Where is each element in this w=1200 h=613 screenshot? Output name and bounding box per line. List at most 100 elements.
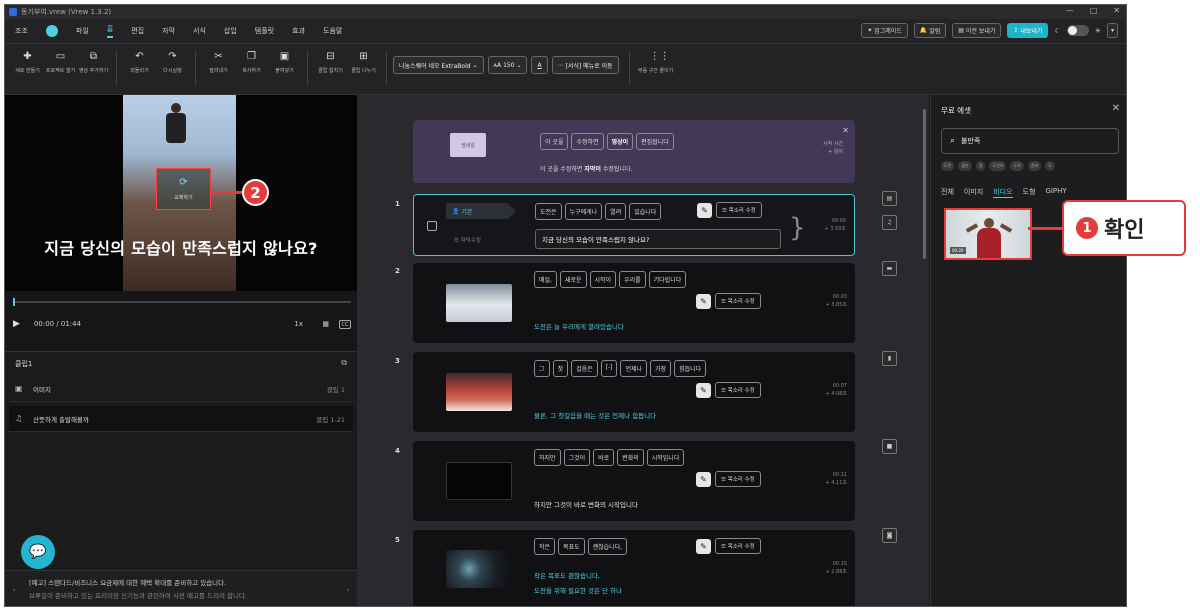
maximize-button[interactable]: □ — [1090, 6, 1098, 15]
scene-caption[interactable]: 도전은 늘 우리에게 열려있습니다 — [534, 321, 624, 331]
chevron-left-icon[interactable]: ‹ — [13, 584, 16, 597]
merge-clip-button[interactable]: ⊟ 클립 합치기 — [314, 52, 347, 75]
chevron-right-icon[interactable]: › — [346, 584, 349, 597]
word-chip[interactable]: 새로운 — [559, 271, 587, 288]
replace-media-button[interactable]: ⟳ 교체하기 — [156, 168, 211, 210]
grid-icon[interactable]: ▦ — [322, 320, 329, 328]
menu-effect[interactable]: 효과 — [292, 26, 305, 36]
word-chip[interactable]: 첫 — [552, 360, 569, 377]
scrollbar[interactable] — [923, 109, 926, 259]
notice-pagination[interactable]: • • • • • — [165, 603, 199, 606]
tab-all[interactable]: 전체 — [941, 187, 954, 198]
minimize-button[interactable]: — — [1066, 6, 1074, 15]
video-player[interactable]: ⟳ 교체하기 2 지금 당신의 모습이 만족스럽지 않나요? — [5, 95, 357, 291]
notice-banner[interactable]: ‹ [예고] 스탠다드/비즈니스 요금제에 대한 혜택 확대를 준비하고 있습니… — [5, 570, 357, 606]
word-chip[interactable]: 있습니다 — [629, 203, 662, 220]
asset-search-input[interactable]: ⌕ 불만족 — [941, 128, 1119, 154]
play-icon[interactable]: ▶ — [13, 319, 20, 329]
word-chip[interactable]: 걸음은 — [571, 360, 598, 377]
close-icon[interactable]: ✕ — [1112, 103, 1120, 114]
word-chip[interactable]: [-] — [600, 360, 618, 377]
font-size-select[interactable]: ᴀA 150 ⌄ — [487, 56, 528, 74]
word-chip[interactable]: 그 — [534, 360, 550, 377]
close-button[interactable]: ✕ — [1113, 6, 1120, 15]
clip-video-icon[interactable]: ▬ — [882, 261, 897, 276]
voice-edit-button[interactable]: ☰ 목소리 수정 — [715, 538, 761, 554]
scene-caption-line-2[interactable]: 도전을 위해 필요한 것은 단 하나 — [534, 585, 622, 595]
banner-close-icon[interactable]: ✕ — [842, 126, 849, 135]
paste-button[interactable]: ▣ 붙여넣기 — [268, 52, 301, 75]
scene-row[interactable]: 작은 목표도 괜찮습니다, ✎ ☰ 목소리 수정 작은 목표도 괜찮습니다, 도… — [413, 530, 855, 606]
word-chip[interactable]: 괜찮습니다, — [587, 538, 628, 555]
menu-home[interactable]: 홈 — [106, 24, 114, 38]
split-clip-button[interactable]: ⊞ 클립 나누기 — [347, 52, 380, 75]
scene-caption[interactable]: 하지만 그것이 바로 변화의 시작입니다 — [534, 499, 638, 509]
menu-format[interactable]: 서식 — [193, 26, 206, 36]
caption-icon[interactable]: CC — [339, 319, 351, 329]
pencil-icon[interactable]: ✎ — [696, 471, 711, 487]
tab-shape[interactable]: 도형 — [1023, 187, 1036, 198]
clip-row-image[interactable]: ▣ 이미지 클립 1 — [9, 376, 353, 402]
word-chip[interactable]: 우리를 — [619, 271, 646, 288]
voice-edit-button[interactable]: ☰ 목소리 수정 — [715, 471, 761, 487]
asset-tag[interactable]: 도약 — [1010, 161, 1024, 171]
scene-thumbnail[interactable] — [446, 284, 512, 322]
word-chip[interactable]: 도전은 — [535, 203, 562, 220]
tab-giphy[interactable]: GIPHY — [1045, 187, 1066, 198]
voice-edit-button[interactable]: ☰ 목소리 수정 — [715, 293, 761, 309]
font-color-button[interactable]: A — [531, 56, 548, 74]
word-chip[interactable]: 하지만 — [534, 449, 561, 466]
tab-video[interactable]: 비디오 — [993, 187, 1013, 198]
clip-video-icon[interactable]: ■ — [882, 439, 897, 454]
scene-thumbnail[interactable] — [446, 373, 512, 411]
speed-button[interactable]: 1x — [294, 320, 303, 328]
scene-row[interactable]: 👤 기본 ☰ 자막수정 도전은 누구에게나 열려 있습니다 ✎ ☰ 목소리 수정… — [413, 194, 855, 256]
voice-edit-button[interactable]: ☰ 목소리 수정 — [715, 382, 761, 398]
upgrade-button[interactable]: ✦ 업그레이드 — [861, 23, 908, 38]
word-chip[interactable]: 힘듭니다 — [674, 360, 707, 377]
open-project-button[interactable]: ▭ 프로젝트 열기 — [44, 52, 77, 75]
word-chip[interactable]: 목표도 — [558, 538, 585, 555]
font-select[interactable]: 나눔스퀘어 네오 ExtraBold ⌄ — [393, 56, 484, 74]
word-chip[interactable]: 언제나 — [620, 360, 648, 377]
subtitle-input[interactable]: 지금 당신의 모습이 만족스럽지 않나요? — [535, 229, 781, 249]
external-link-icon[interactable]: ⧉ — [341, 358, 347, 368]
scene-row[interactable]: 하지만 그것이 바로 변화의 시작입니다 ✎ ☰ 목소리 수정 하지만 그것이 … — [413, 441, 855, 521]
word-chip[interactable]: 그것이 — [563, 449, 591, 466]
theme-toggle[interactable] — [1066, 25, 1089, 36]
scene-row[interactable]: 매일, 새로운 시작이 우리를 기다립니다 ✎ ☰ 목소리 수정 도전은 늘 우… — [413, 263, 855, 343]
timeline-scrubber[interactable] — [13, 298, 351, 306]
pencil-icon[interactable]: ✎ — [696, 382, 711, 398]
copy-button[interactable]: ❐ 복사하기 — [235, 52, 268, 75]
clip-image-icon[interactable]: ▤ — [882, 191, 897, 206]
word-chip[interactable]: 누구에게나 — [564, 203, 603, 220]
tab-image[interactable]: 이미지 — [964, 187, 983, 198]
settings-button[interactable]: ▾ — [1106, 23, 1118, 38]
word-chip[interactable]: 가장 — [650, 360, 672, 377]
menu-file[interactable]: 파일 — [76, 26, 89, 36]
clip-row-music[interactable]: ♫ 산뜻하게 출발해볼까 클립 1-21 — [9, 406, 353, 432]
scene-checkbox[interactable] — [427, 221, 437, 231]
word-chip[interactable]: 변화의 — [617, 449, 644, 466]
pencil-icon[interactable]: ✎ — [696, 538, 711, 554]
word-chip[interactable]: 매일, — [534, 271, 557, 288]
pencil-icon[interactable]: ✎ — [696, 293, 711, 309]
scene-row[interactable]: 그 첫 걸음은 [-] 언제나 가장 힘듭니다 ✎ ☰ 목소리 수정 물론, 그… — [413, 352, 855, 432]
add-video-button[interactable]: ⧉ 영상 추가하기 — [77, 52, 110, 75]
clip-video-icon[interactable]: ▮ — [882, 351, 897, 366]
cut-button[interactable]: ✂ 잘라내기 — [202, 52, 235, 75]
scene-caption[interactable]: 작은 목표도 괜찮습니다, — [534, 570, 600, 580]
pencil-icon[interactable]: ✎ — [697, 202, 712, 218]
word-chip[interactable]: 시작입니다 — [646, 449, 685, 466]
asset-tag[interactable]: 도전 — [941, 161, 955, 171]
undo-button[interactable]: ↶ 되돌리기 — [123, 52, 156, 75]
menu-insert[interactable]: 삽입 — [224, 26, 237, 36]
asset-tag[interactable]: 걸 — [975, 161, 986, 171]
asset-video-thumbnail[interactable]: 00:20 — [944, 208, 1032, 260]
word-chip[interactable]: 작은 — [534, 538, 556, 555]
asset-tag[interactable]: 준비 — [1027, 161, 1042, 171]
alarm-button[interactable]: 🔔 알림 — [913, 23, 947, 38]
asset-tag[interactable]: 도 — [1045, 161, 1055, 171]
speaker-tag[interactable]: 👤 기본 — [446, 203, 516, 219]
move-format-button[interactable]: ⋯ [서식] 메뉴로 이동 — [551, 56, 619, 74]
